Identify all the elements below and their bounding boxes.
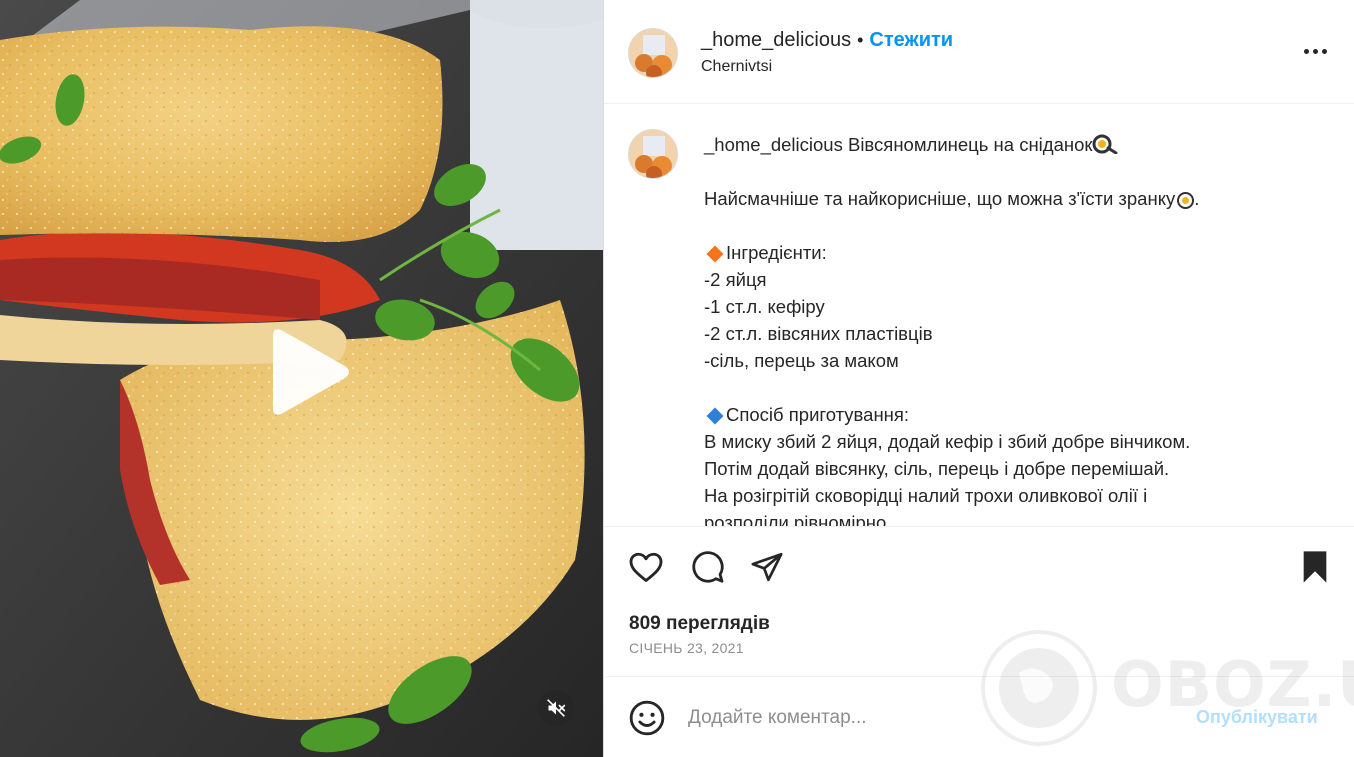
heart-icon <box>629 552 663 582</box>
caption-line: -2 ст.л. вівсяних пластівців <box>704 323 933 344</box>
avatar[interactable] <box>628 28 678 78</box>
post-header: _home_delicious • Стежити Chernivtsi <box>604 0 1354 104</box>
frying-pan-icon <box>1092 134 1118 155</box>
avatar-image <box>629 29 677 77</box>
caption-text: _home_delicious Вівсяномлинець на снідан… <box>704 131 1304 526</box>
caption-area: _home_delicious Вівсяномлинець на снідан… <box>604 105 1354 526</box>
post-date[interactable]: СІЧЕНЬ 23, 2021 <box>629 640 744 656</box>
caption-line-text: Спосіб приготування: <box>726 404 910 425</box>
paper-plane-icon <box>751 552 783 582</box>
ellipsis-icon <box>1303 48 1309 54</box>
ellipsis-dot <box>1312 48 1318 54</box>
smiley-icon <box>629 700 665 736</box>
caption-line <box>704 374 1304 401</box>
views-label: переглядів <box>665 613 770 634</box>
caption-line: розподіли рівномірно <box>704 512 887 526</box>
comment-button[interactable] <box>687 547 727 587</box>
avatar-image <box>629 130 677 178</box>
save-button[interactable] <box>1295 547 1335 587</box>
caption-line: Потім додай вівсянку, сіль, перець і доб… <box>704 458 1170 479</box>
location-link[interactable]: Chernivtsi <box>701 58 772 76</box>
ellipsis-dot <box>1321 48 1327 54</box>
comment-bar: Опублікувати <box>604 676 1354 757</box>
emoji-picker-button[interactable] <box>628 699 666 737</box>
views-number: 809 <box>629 613 661 634</box>
caption-avatar[interactable] <box>628 129 678 179</box>
share-button[interactable] <box>747 547 787 587</box>
play-button[interactable] <box>255 322 355 422</box>
more-options-button[interactable] <box>1298 40 1332 62</box>
caption-line: Інгредієнти: <box>704 239 1304 266</box>
username-link[interactable]: _home_delicious <box>701 29 851 51</box>
follow-button[interactable]: Стежити <box>869 29 953 51</box>
bookmark-icon <box>1303 551 1327 583</box>
actions-bar: 809 переглядів СІЧЕНЬ 23, 2021 <box>604 526 1354 676</box>
comment-input[interactable] <box>688 701 1168 735</box>
orange-diamond-icon <box>706 245 724 263</box>
caption-line: Найсмачніше та найкорисніше, що можна з'… <box>704 188 1200 209</box>
caption-line: В миску збий 2 яйця, додай кефір і збий … <box>704 431 1191 452</box>
speaker-muted-icon <box>547 699 566 717</box>
like-button[interactable] <box>626 547 666 587</box>
post-details-panel: _home_delicious • Стежити Chernivtsi _home… <box>603 0 1354 757</box>
post-media[interactable] <box>0 0 603 757</box>
header-user-line: _home_delicious • Стежити <box>701 29 953 52</box>
caption-username[interactable]: _home_delicious <box>704 134 843 155</box>
views-count[interactable]: 809 переглядів <box>629 613 770 635</box>
caption-line: -1 ст.л. кефіру <box>704 296 825 317</box>
caption-line <box>704 212 1304 239</box>
mute-button[interactable] <box>538 690 574 726</box>
caption-line: -сіль, перець за маком <box>704 350 899 371</box>
separator-dot: • <box>857 30 864 50</box>
caption-line <box>704 158 1304 185</box>
caption-line-text: Інгредієнти: <box>726 242 827 263</box>
caption-line: -2 яйця <box>704 269 767 290</box>
caption-title: Вівсяномлинець на сніданок <box>847 134 1093 155</box>
caption-line-text: Найсмачніше та найкорисніше, що можна з'… <box>704 188 1176 209</box>
play-icon <box>273 329 349 415</box>
caption-line: Спосіб приготування: <box>704 401 1304 428</box>
publish-button[interactable]: Опублікувати <box>1196 707 1318 728</box>
blue-diamond-icon <box>706 407 724 425</box>
caption-line: _home_delicious Вівсяномлинець на снідан… <box>704 131 1304 158</box>
egg-pan-icon <box>1177 191 1195 209</box>
caption-line: На розігрітій сковорідці налий трохи оли… <box>704 485 1148 506</box>
comment-bubble-icon <box>692 551 724 583</box>
